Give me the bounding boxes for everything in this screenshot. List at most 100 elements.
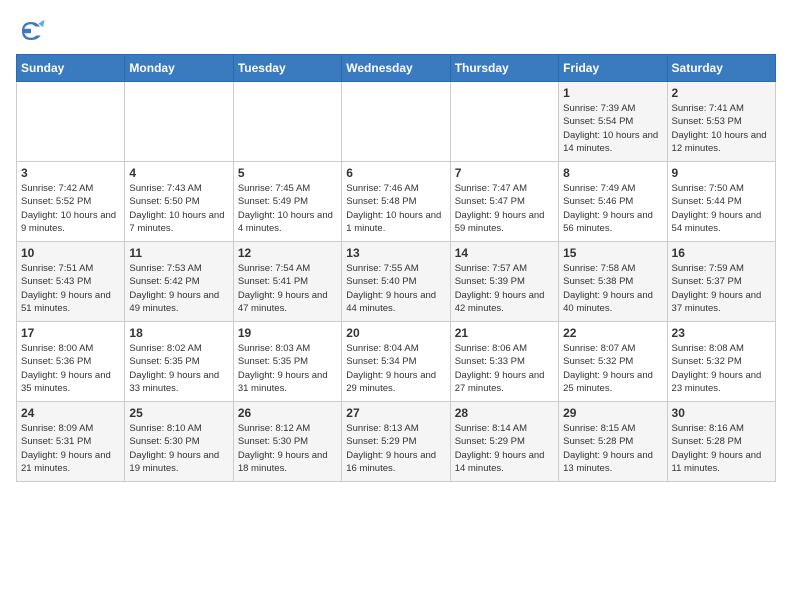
day-number: 4 [129,166,228,180]
day-cell: 29Sunrise: 8:15 AM Sunset: 5:28 PM Dayli… [559,402,667,482]
day-info: Sunrise: 7:54 AM Sunset: 5:41 PM Dayligh… [238,262,337,315]
weekday-header-thursday: Thursday [450,55,558,82]
day-info: Sunrise: 7:55 AM Sunset: 5:40 PM Dayligh… [346,262,445,315]
day-number: 7 [455,166,554,180]
day-cell: 3 Sunrise: 7:42 AM Sunset: 5:52 PM Daylig… [17,162,125,242]
day-number: 27 [346,406,445,420]
day-cell: 6 Sunrise: 7:46 AM Sunset: 5:48 PM Daylig… [342,162,450,242]
day-number: 22 [563,326,662,340]
day-cell: 16 Sunrise: 7:59 AM Sunset: 5:37 PM Dayli… [667,242,775,322]
day-info: Sunrise: 8:02 AM Sunset: 5:35 PM Dayligh… [129,342,228,395]
day-cell: 15 Sunrise: 7:58 AM Sunset: 5:38 PM Dayli… [559,242,667,322]
day-number: 2 [672,86,771,100]
week-row-1: 1 Sunrise: 7:39 AM Sunset: 5:54 PM Daylig… [17,82,776,162]
week-row-5: 24 Sunrise: 8:09 AM Sunset: 5:31 PM Dayli… [17,402,776,482]
day-info: Sunrise: 8:13 AM Sunset: 5:29 PM Dayligh… [346,422,445,475]
day-cell [17,82,125,162]
day-info: Sunrise: 8:07 AM Sunset: 5:32 PM Dayligh… [563,342,662,395]
day-number: 19 [238,326,337,340]
day-cell [450,82,558,162]
day-number: 5 [238,166,337,180]
day-info: Sunrise: 7:51 AM Sunset: 5:43 PM Dayligh… [21,262,120,315]
day-info: Sunrise: 8:14 AM Sunset: 5:29 PM Dayligh… [455,422,554,475]
day-cell: 25 Sunrise: 8:10 AM Sunset: 5:30 PM Dayli… [125,402,233,482]
weekday-header-friday: Friday [559,55,667,82]
day-info: Sunrise: 7:47 AM Sunset: 5:47 PM Dayligh… [455,182,554,235]
day-cell: 26 Sunrise: 8:12 AM Sunset: 5:30 PM Dayli… [233,402,341,482]
day-number: 25 [129,406,228,420]
week-row-3: 10 Sunrise: 7:51 AM Sunset: 5:43 PM Dayli… [17,242,776,322]
day-info: Sunrise: 8:04 AM Sunset: 5:34 PM Dayligh… [346,342,445,395]
day-number: 10 [21,246,120,260]
day-cell: 9 Sunrise: 7:50 AM Sunset: 5:44 PM Daylig… [667,162,775,242]
week-row-4: 17Sunrise: 8:00 AM Sunset: 5:36 PM Dayli… [17,322,776,402]
calendar-header: SundayMondayTuesdayWednesdayThursdayFrid… [17,55,776,82]
day-cell: 23Sunrise: 8:08 AM Sunset: 5:32 PM Dayli… [667,322,775,402]
day-number: 6 [346,166,445,180]
day-cell [125,82,233,162]
day-number: 15 [563,246,662,260]
day-number: 12 [238,246,337,260]
day-number: 24 [21,406,120,420]
logo-icon [16,16,46,46]
calendar-body: 1 Sunrise: 7:39 AM Sunset: 5:54 PM Daylig… [17,82,776,482]
day-cell: 24 Sunrise: 8:09 AM Sunset: 5:31 PM Dayli… [17,402,125,482]
day-info: Sunrise: 8:06 AM Sunset: 5:33 PM Dayligh… [455,342,554,395]
day-info: Sunrise: 7:45 AM Sunset: 5:49 PM Dayligh… [238,182,337,235]
day-number: 16 [672,246,771,260]
day-cell: 5 Sunrise: 7:45 AM Sunset: 5:49 PM Daylig… [233,162,341,242]
day-number: 1 [563,86,662,100]
day-number: 21 [455,326,554,340]
day-cell [233,82,341,162]
day-cell: 10 Sunrise: 7:51 AM Sunset: 5:43 PM Dayli… [17,242,125,322]
day-cell: 14 Sunrise: 7:57 AM Sunset: 5:39 PM Dayli… [450,242,558,322]
day-number: 20 [346,326,445,340]
day-info: Sunrise: 8:10 AM Sunset: 5:30 PM Dayligh… [129,422,228,475]
day-info: Sunrise: 7:58 AM Sunset: 5:38 PM Dayligh… [563,262,662,315]
day-number: 9 [672,166,771,180]
day-info: Sunrise: 7:50 AM Sunset: 5:44 PM Dayligh… [672,182,771,235]
weekday-header-saturday: Saturday [667,55,775,82]
day-number: 11 [129,246,228,260]
day-cell: 27 Sunrise: 8:13 AM Sunset: 5:29 PM Dayli… [342,402,450,482]
day-number: 26 [238,406,337,420]
day-info: Sunrise: 8:09 AM Sunset: 5:31 PM Dayligh… [21,422,120,475]
day-info: Sunrise: 8:08 AM Sunset: 5:32 PM Dayligh… [672,342,771,395]
day-info: Sunrise: 7:42 AM Sunset: 5:52 PM Dayligh… [21,182,120,235]
logo [16,16,50,46]
weekday-header-row: SundayMondayTuesdayWednesdayThursdayFrid… [17,55,776,82]
day-info: Sunrise: 7:59 AM Sunset: 5:37 PM Dayligh… [672,262,771,315]
day-cell: 30 Sunrise: 8:16 AM Sunset: 5:28 PM Dayli… [667,402,775,482]
day-cell: 28Sunrise: 8:14 AM Sunset: 5:29 PM Dayli… [450,402,558,482]
day-number: 18 [129,326,228,340]
weekday-header-wednesday: Wednesday [342,55,450,82]
day-info: Sunrise: 7:49 AM Sunset: 5:46 PM Dayligh… [563,182,662,235]
day-cell: 11Sunrise: 7:53 AM Sunset: 5:42 PM Dayli… [125,242,233,322]
calendar-table: SundayMondayTuesdayWednesdayThursdayFrid… [16,54,776,482]
weekday-header-tuesday: Tuesday [233,55,341,82]
day-cell: 20 Sunrise: 8:04 AM Sunset: 5:34 PM Dayli… [342,322,450,402]
day-cell: 13Sunrise: 7:55 AM Sunset: 5:40 PM Dayli… [342,242,450,322]
day-info: Sunrise: 7:43 AM Sunset: 5:50 PM Dayligh… [129,182,228,235]
day-cell: 8 Sunrise: 7:49 AM Sunset: 5:46 PM Daylig… [559,162,667,242]
day-number: 14 [455,246,554,260]
day-cell [342,82,450,162]
day-info: Sunrise: 7:46 AM Sunset: 5:48 PM Dayligh… [346,182,445,235]
day-cell: 7 Sunrise: 7:47 AM Sunset: 5:47 PM Daylig… [450,162,558,242]
weekday-header-sunday: Sunday [17,55,125,82]
day-info: Sunrise: 8:16 AM Sunset: 5:28 PM Dayligh… [672,422,771,475]
week-row-2: 3 Sunrise: 7:42 AM Sunset: 5:52 PM Daylig… [17,162,776,242]
day-cell: 1 Sunrise: 7:39 AM Sunset: 5:54 PM Daylig… [559,82,667,162]
day-info: Sunrise: 7:39 AM Sunset: 5:54 PM Dayligh… [563,102,662,155]
day-cell: 18 Sunrise: 8:02 AM Sunset: 5:35 PM Dayli… [125,322,233,402]
day-info: Sunrise: 8:03 AM Sunset: 5:35 PM Dayligh… [238,342,337,395]
day-number: 8 [563,166,662,180]
day-info: Sunrise: 7:57 AM Sunset: 5:39 PM Dayligh… [455,262,554,315]
day-cell: 2 Sunrise: 7:41 AM Sunset: 5:53 PM Daylig… [667,82,775,162]
day-number: 30 [672,406,771,420]
day-info: Sunrise: 8:12 AM Sunset: 5:30 PM Dayligh… [238,422,337,475]
day-number: 17 [21,326,120,340]
day-info: Sunrise: 7:41 AM Sunset: 5:53 PM Dayligh… [672,102,771,155]
day-number: 29 [563,406,662,420]
day-number: 3 [21,166,120,180]
